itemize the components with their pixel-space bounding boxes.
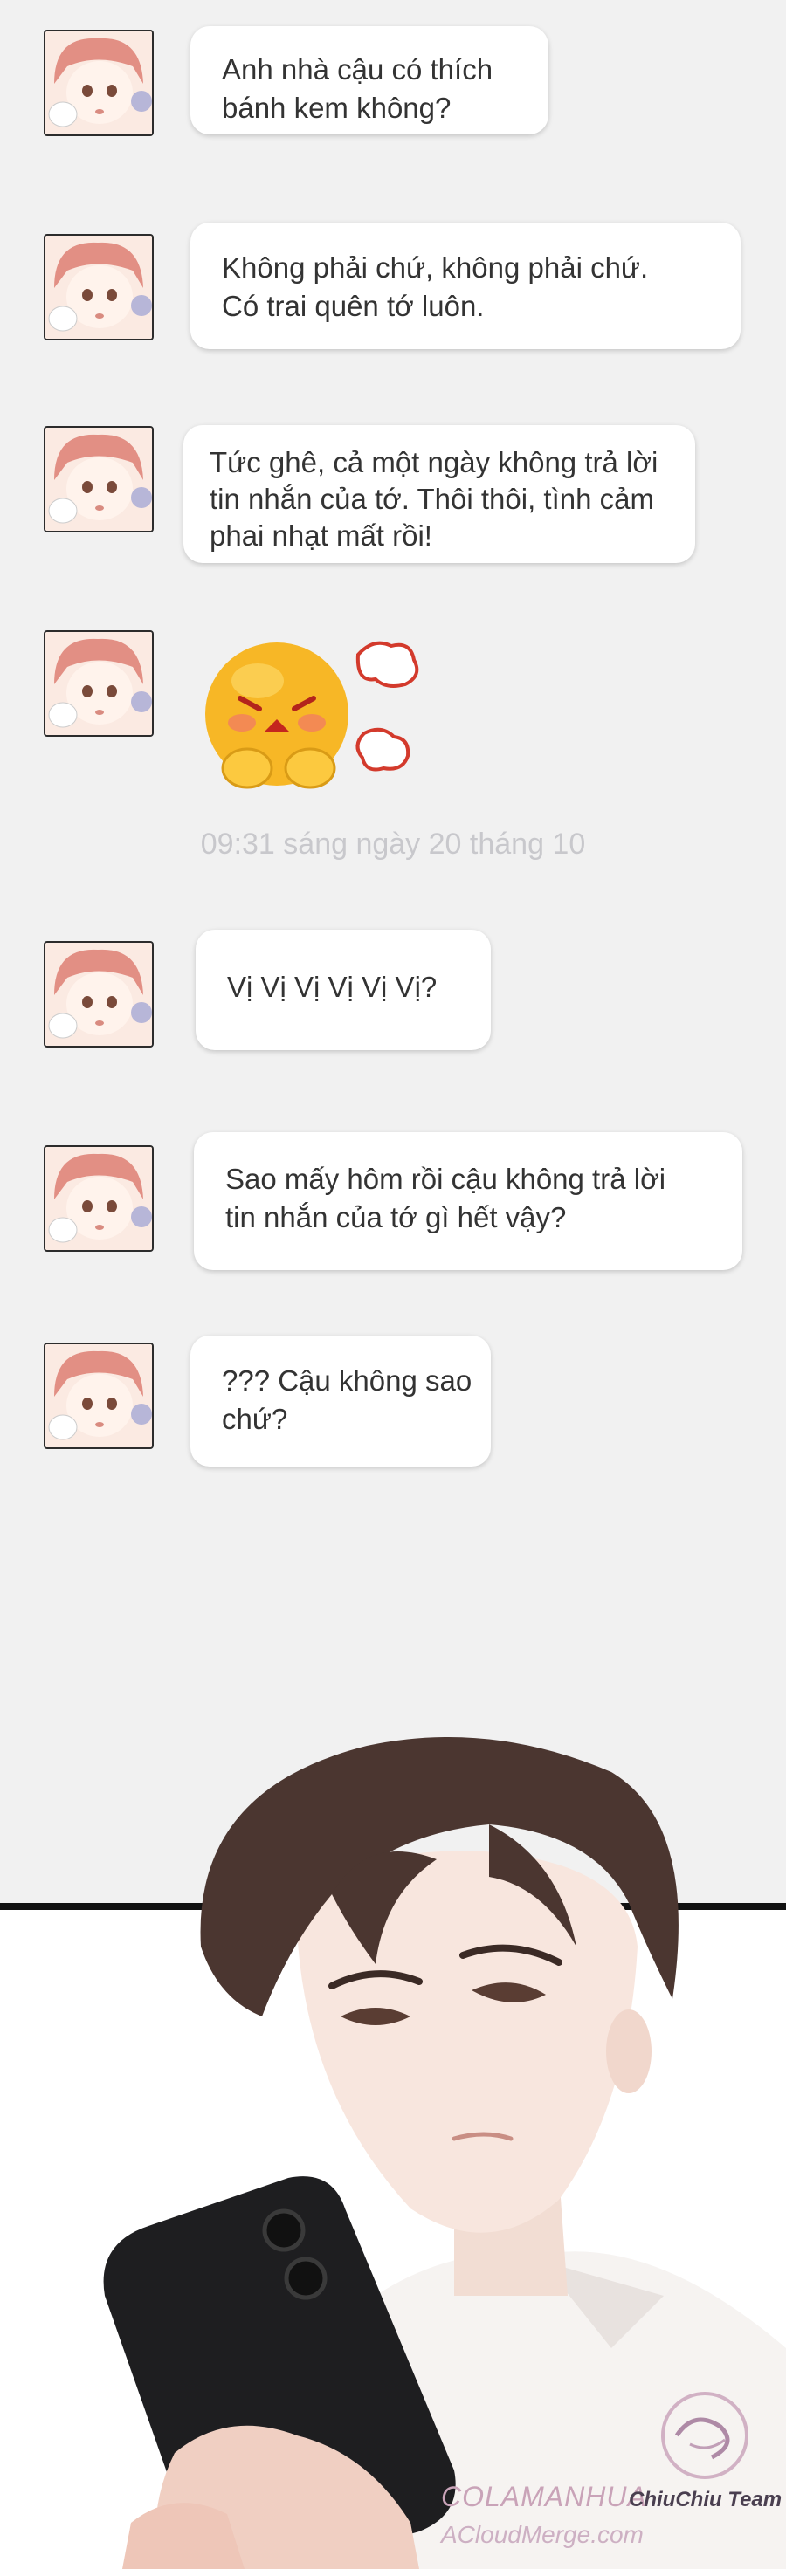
message-text: phai nhạt mất rồi! [210,519,432,552]
avatar[interactable] [44,426,154,532]
message-text: Có trai quên tớ luôn. [222,290,485,322]
message-text: ??? Cậu không sao [222,1364,472,1397]
watermark-logo [661,2392,748,2479]
message-text: bánh kem không? [222,92,452,124]
message-text: Tức ghê, cả một ngày không trả lời [210,446,658,478]
message-text: Vị Vị Vị Vị Vị Vị? [227,971,438,1003]
avatar[interactable] [44,234,154,340]
message-text: chứ? [222,1403,288,1435]
message-bubble[interactable]: Vị Vị Vị Vị Vị Vị? [196,930,491,1050]
girl-avatar-icon [45,1147,152,1250]
message-text: tin nhắn của tớ. Thôi thôi, tình cảm [210,483,654,515]
watermark-site: ACloudMerge.com [441,2521,644,2548]
message-bubble[interactable]: Anh nhà cậu có thích bánh kem không? [190,26,548,134]
girl-avatar-icon [45,236,152,339]
angry-emoji-sticker-icon[interactable] [196,629,432,803]
avatar[interactable] [44,30,154,136]
chat-area: Anh nhà cậu có thích bánh kem không? Khô… [0,0,786,1903]
girl-avatar-icon [45,31,152,134]
girl-avatar-icon [45,428,152,531]
message-bubble[interactable]: Tức ghê, cả một ngày không trả lời tin n… [183,425,695,563]
timestamp: 09:31 sáng ngày 20 tháng 10 [200,828,586,861]
watermark-colamanhua: COLAMANHUA [441,2481,647,2512]
girl-avatar-icon [45,943,152,1046]
watermark-team: ChiuChiu Team [629,2488,783,2511]
message-text: Không phải chứ, không phải chứ. [222,251,649,284]
message-text: Anh nhà cậu có thích [222,53,493,86]
girl-avatar-icon [45,1344,152,1447]
avatar[interactable] [44,941,154,1048]
girl-avatar-icon [45,632,152,735]
message-bubble[interactable]: Sao mấy hôm rồi cậu không trả lời tin nh… [194,1132,742,1270]
avatar[interactable] [44,1145,154,1252]
avatar[interactable] [44,1343,154,1449]
avatar[interactable] [44,630,154,737]
message-text: Sao mấy hôm rồi cậu không trả lời [225,1163,666,1195]
message-text: tin nhắn của tớ gì hết vậy? [225,1201,567,1233]
message-bubble[interactable]: ??? Cậu không sao chứ? [190,1336,491,1467]
message-bubble[interactable]: Không phải chứ, không phải chứ. Có trai … [190,223,741,349]
